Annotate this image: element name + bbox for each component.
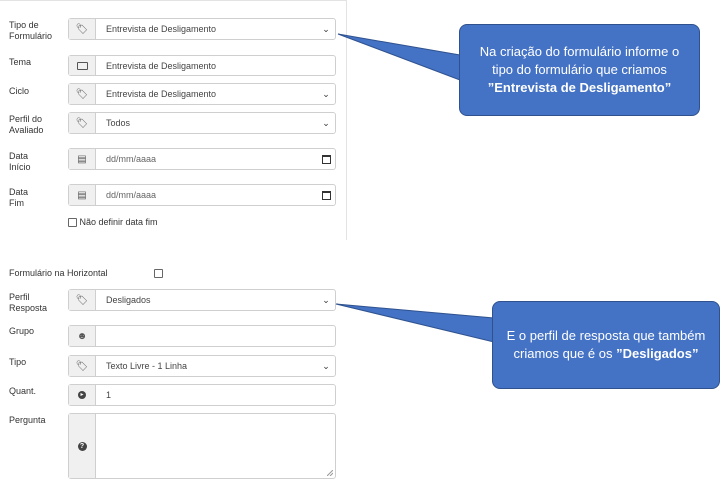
callout-first-pointer <box>337 33 461 81</box>
callout-first-bold: ”Entrevista de Desligamento” <box>487 80 672 95</box>
callout-first-text: Na criação do formulário informe o tipo … <box>479 44 680 77</box>
callout-second: E o perfil de resposta que também criamo… <box>492 301 720 389</box>
callout-second-bold: ”Desligados” <box>616 346 699 361</box>
callout-first: Na criação do formulário informe o tipo … <box>459 24 700 116</box>
callout-second-pointer <box>335 303 495 343</box>
